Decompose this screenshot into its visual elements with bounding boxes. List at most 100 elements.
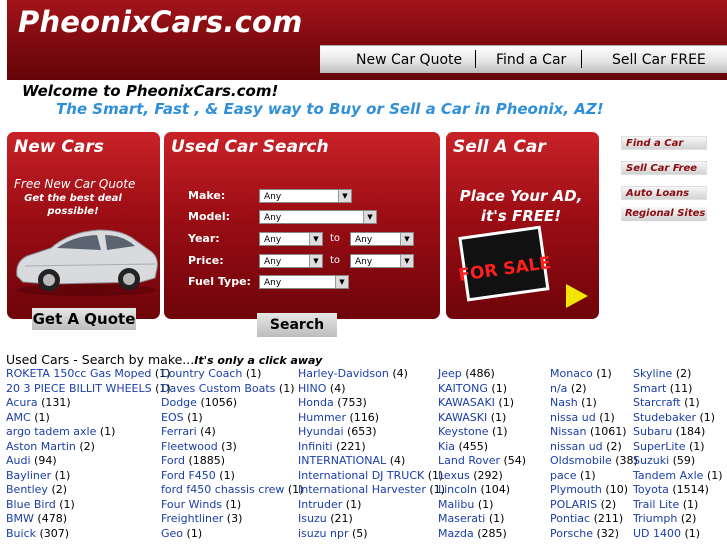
make-link[interactable]: Fleetwood [161,440,218,453]
make-link[interactable]: International DJ TRUCK [298,469,424,482]
make-link[interactable]: Toyota [633,483,669,496]
make-link[interactable]: Geo [161,527,183,540]
car-image[interactable] [11,206,161,301]
make-link[interactable]: Daves Custom Boats [161,382,275,395]
make-link[interactable]: Ferrari [161,425,197,438]
make-link[interactable]: Intruder [298,498,342,511]
fuel-type-select[interactable]: Any ▼ [259,275,349,289]
make-link[interactable]: KAWASKI [438,411,487,424]
make-link[interactable]: Honda [298,396,334,409]
make-list-item: Nash (1) [550,396,638,411]
make-link[interactable]: Lincoln [438,483,477,496]
make-link[interactable]: Aston Martin [6,440,76,453]
make-link[interactable]: Subaru [633,425,672,438]
make-link[interactable]: Suzuki [633,454,669,467]
make-link[interactable]: Land Rover [438,454,500,467]
site-logo-title[interactable]: PheonixCars.com [18,5,303,39]
price-from-select[interactable]: Any ▼ [259,254,323,268]
make-link[interactable]: UD 1400 [633,527,681,540]
make-link[interactable]: Ford F450 [161,469,216,482]
make-link[interactable]: Malibu [438,498,474,511]
nav-sell-car-free[interactable]: Sell Car FREE [612,52,706,68]
make-link[interactable]: pace [550,469,577,482]
make-link[interactable]: Buick [6,527,36,540]
make-link[interactable]: Nash [550,396,578,409]
make-link[interactable]: Tandem Axle [633,469,703,482]
side-link-regional-sites[interactable]: Regional Sites [621,207,707,221]
make-link[interactable]: Infiniti [298,440,333,453]
make-link[interactable]: Jeep [438,367,462,380]
make-link[interactable]: HINO [298,382,326,395]
search-button[interactable]: Search [257,313,337,337]
make-link[interactable]: Harley-Davidson [298,367,389,380]
make-link[interactable]: SuperLite [633,440,686,453]
price-to-select[interactable]: Any ▼ [350,254,414,268]
make-list-item: SuperLite (1) [633,440,723,455]
make-link[interactable]: Mazda [438,527,474,540]
year-from-select[interactable]: Any ▼ [259,232,323,246]
make-link[interactable]: Four Winds [161,498,222,511]
nav-find-a-car[interactable]: Find a Car [496,52,566,68]
make-list-item: Aston Martin (2) [6,440,171,455]
make-link[interactable]: ROKETA 150cc Gas Moped [6,367,151,380]
side-link-auto-loans[interactable]: Auto Loans [621,186,707,200]
make-link[interactable]: Trail Lite [633,498,679,511]
side-link-find-a-car[interactable]: Find a Car [621,136,707,150]
make-link[interactable]: ford f450 chassis crew [161,483,284,496]
make-link[interactable]: Lexus [438,469,470,482]
make-link[interactable]: Smart [633,382,666,395]
make-link[interactable]: INTERNATIONAL [298,454,386,467]
make-link[interactable]: Blue Bird [6,498,56,511]
make-link[interactable]: Country Coach [161,367,242,380]
make-link[interactable]: Freightliner [161,512,223,525]
for-sale-sign-image[interactable]: FOR SALE [458,224,558,304]
make-list-item: Maserati (1) [438,512,526,527]
make-count: (3) [221,439,237,453]
new-cars-title[interactable]: New Cars [14,137,104,157]
make-link[interactable]: Oldsmobile [550,454,612,467]
make-link[interactable]: Bayliner [6,469,51,482]
make-link[interactable]: argo tadem axle [6,425,96,438]
make-link[interactable]: Porsche [550,527,593,540]
make-link[interactable]: Triumph [633,512,677,525]
make-link[interactable]: KAITONG [438,382,488,395]
make-link[interactable]: Monaco [550,367,593,380]
model-select[interactable]: Any ▼ [259,210,377,224]
make-link[interactable]: Kia [438,440,455,453]
make-link[interactable]: 20 3 PIECE BILLIT WHEELS [6,382,152,395]
make-link[interactable]: Ford [161,454,185,467]
make-link[interactable]: KAWASAKI [438,396,495,409]
get-a-quote-button[interactable]: Get A Quote [32,308,136,330]
make-link[interactable]: nissan ud [550,440,603,453]
make-link[interactable]: BMW [6,512,34,525]
sell-a-car-title[interactable]: Sell A Car [453,137,546,157]
year-to-select[interactable]: Any ▼ [350,232,414,246]
make-link[interactable]: Starcraft [633,396,681,409]
make-link[interactable]: AMC [6,411,31,424]
make-link[interactable]: Maserati [438,512,485,525]
make-link[interactable]: isuzu npr [298,527,348,540]
make-link[interactable]: Dodge [161,396,197,409]
make-link[interactable]: Hyundai [298,425,344,438]
make-link[interactable]: Isuzu [298,512,327,525]
make-link[interactable]: Bentley [6,483,48,496]
make-link[interactable]: Plymouth [550,483,602,496]
make-link[interactable]: Studebaker [633,411,696,424]
make-link[interactable]: POLARIS [550,498,597,511]
make-link[interactable]: Acura [6,396,38,409]
make-link[interactable]: International Harvester [298,483,426,496]
make-select[interactable]: Any ▼ [259,189,352,203]
arrow-right-icon[interactable] [566,284,588,308]
make-list-item: Plymouth (10) [550,483,638,498]
make-link[interactable]: EOS [161,411,184,424]
side-link-sell-car-free[interactable]: Sell Car Free [621,161,707,175]
make-link[interactable]: Skyline [633,367,672,380]
make-link[interactable]: Hummer [298,411,346,424]
make-link[interactable]: Keystone [438,425,488,438]
make-link[interactable]: Pontiac [550,512,590,525]
make-link[interactable]: Audi [6,454,31,467]
make-link[interactable]: Nissan [550,425,586,438]
make-link[interactable]: nissa ud [550,411,596,424]
nav-new-car-quote[interactable]: New Car Quote [356,52,462,68]
make-link[interactable]: n/a [550,382,567,395]
